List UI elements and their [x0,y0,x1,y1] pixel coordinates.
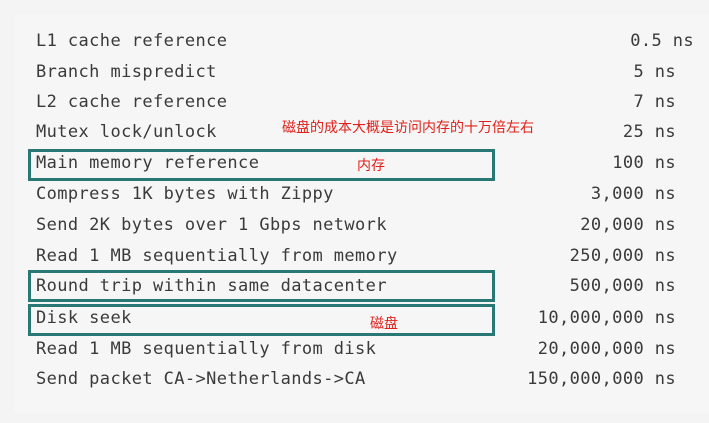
operation-label: Read 1 MB sequentially from memory [36,246,398,266]
latency-value: 25 ns [622,122,676,142]
summary-annotation: 磁盘的成本大概是访问内存的十万倍左右 [282,120,534,136]
latency-value: 3,000 ns [590,184,676,204]
operation-label: Branch mispredict [36,62,217,82]
highlight-box-main-memory [28,149,495,181]
latency-value: 5 ns [633,62,676,82]
operation-label: L1 cache reference [36,31,228,51]
disk-annotation: 磁盘 [370,316,398,332]
latency-value: 20,000 ns [580,215,676,235]
latency-value: 20,000,000 ns [537,339,676,359]
memory-annotation: 内存 [357,158,385,174]
latency-value: 7 ns [633,92,676,112]
table-row: Send packet CA->Netherlands->CA 150,000,… [36,369,676,395]
latency-value: 0.5 ns [630,31,694,51]
highlight-box-disk-seek [28,304,495,336]
table-row: L1 cache reference 0.5 ns [36,31,694,57]
operation-label: Compress 1K bytes with Zippy [36,184,334,204]
latency-value: 100 ns [612,153,676,173]
operation-label: Read 1 MB sequentially from disk [36,339,377,359]
table-row: Read 1 MB sequentially from disk 20,000,… [36,339,676,365]
operation-label: Mutex lock/unlock [36,122,217,142]
latency-value: 250,000 ns [569,246,676,266]
table-row: Read 1 MB sequentially from memory 250,0… [36,246,676,272]
table-row: Branch mispredict 5 ns [36,62,676,88]
latency-value: 10,000,000 ns [537,308,676,328]
table-row: L2 cache reference 7 ns [36,92,676,118]
highlight-box-datacenter-round-trip [28,270,495,302]
operation-label: Send 2K bytes over 1 Gbps network [36,215,387,235]
latency-value: 500,000 ns [569,276,676,296]
operation-label: Send packet CA->Netherlands->CA [36,369,366,389]
table-row: Send 2K bytes over 1 Gbps network 20,000… [36,215,676,241]
operation-label: L2 cache reference [36,92,228,112]
table-row: Compress 1K bytes with Zippy 3,000 ns [36,184,676,210]
latency-value: 150,000,000 ns [527,369,676,389]
